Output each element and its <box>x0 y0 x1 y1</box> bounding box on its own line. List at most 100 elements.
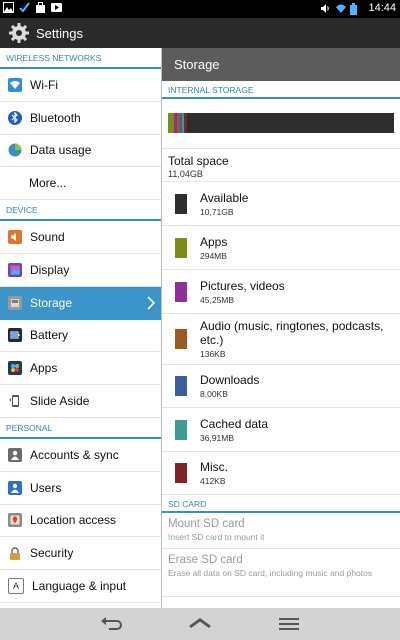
slide-aside-icon <box>8 394 22 408</box>
total-space-row: Total space 11,04GB <box>162 149 400 182</box>
color-swatch <box>175 419 187 440</box>
menu-button[interactable] <box>274 614 304 634</box>
storage-row-name: Misc. <box>200 460 228 474</box>
storage-row-name: Apps <box>200 234 228 249</box>
settings-item-label: Accounts & sync <box>30 447 119 462</box>
apps-icon <box>8 361 22 376</box>
settings-item-apps[interactable]: Apps <box>0 352 161 386</box>
settings-item-security[interactable]: Security <box>0 537 161 571</box>
bluetooth-icon <box>8 110 22 125</box>
sound-icon <box>8 230 22 245</box>
internal-storage-header: INTERNAL STORAGE <box>162 81 400 99</box>
storage-row-size: 8,00KB <box>200 389 228 399</box>
settings-item-label: Bluetooth <box>30 110 81 125</box>
storage-row-name: Available <box>200 190 249 205</box>
erase-sd-card-desc: Erase all data on SD card, including mus… <box>168 568 373 578</box>
settings-item-label: Language & input <box>32 579 127 594</box>
settings-item-display[interactable]: Display <box>0 254 161 287</box>
settings-item-location-access[interactable]: Location access <box>0 505 161 538</box>
storage-title: Storage <box>162 48 400 81</box>
language-icon: A <box>8 578 24 595</box>
settings-item-label: Apps <box>30 361 58 376</box>
storage-row-cached-data[interactable]: Cached data 36,91MB <box>162 408 400 452</box>
settings-item-label: Users <box>30 480 62 495</box>
settings-item-label: Display <box>30 262 70 277</box>
display-icon <box>8 262 22 277</box>
color-swatch <box>175 463 187 483</box>
settings-item-slide-aside[interactable]: Slide Aside <box>0 385 161 418</box>
bag-notification-icon <box>35 2 46 13</box>
menu-icon <box>279 618 299 630</box>
settings-item-label: Location access <box>30 513 117 528</box>
settings-item-battery[interactable]: Battery <box>0 320 161 353</box>
storage-row-misc[interactable]: Misc. 412KB <box>162 452 400 495</box>
home-icon <box>189 618 211 628</box>
settings-item-data-usage[interactable]: Data usage <box>0 135 161 168</box>
wifi-signal-icon <box>335 3 347 14</box>
storage-row-name: Cached data <box>200 416 269 431</box>
total-space-value: 11,04GB <box>168 169 203 179</box>
sd-card-header: SD CARD <box>162 495 400 513</box>
color-swatch <box>175 193 187 214</box>
home-button[interactable] <box>185 614 215 634</box>
settings-item-accounts-sync[interactable]: Accounts & sync <box>0 439 161 472</box>
app-title: Settings <box>36 25 83 41</box>
color-swatch <box>175 281 187 302</box>
settings-item-language-input[interactable]: A Language & input <box>0 570 161 603</box>
storage-usage-bar <box>168 113 394 133</box>
section-header-personal: PERSONAL <box>0 418 161 439</box>
battery-status-icon <box>350 2 361 15</box>
settings-item-label: Storage <box>30 296 73 311</box>
mount-sd-card-desc: Insert SD card to mount it <box>168 532 265 542</box>
settings-gear-icon[interactable] <box>8 22 30 44</box>
check-notification-icon <box>19 2 30 13</box>
settings-list: WIRELESS NETWORKS Wi-Fi Bluetooth Data u… <box>0 48 161 608</box>
settings-item-bluetooth[interactable]: Bluetooth <box>0 102 161 135</box>
erase-sd-card-row[interactable]: Erase SD card Erase all data on SD card,… <box>162 549 400 597</box>
settings-item-more[interactable]: More... <box>0 167 161 201</box>
play-notification-icon <box>51 2 62 13</box>
action-bar: Settings <box>0 18 400 48</box>
settings-item-label: More... <box>29 176 67 191</box>
settings-item-sound[interactable]: Sound <box>0 221 161 254</box>
navigation-bar <box>0 608 400 640</box>
storage-row-apps[interactable]: Apps 294MB <box>162 226 400 270</box>
color-swatch <box>175 329 187 349</box>
location-icon <box>8 513 22 528</box>
storage-row-size: 136KB <box>200 349 226 359</box>
settings-item-label: Battery <box>30 328 69 343</box>
storage-row-name: Pictures, videos <box>200 278 285 293</box>
color-swatch <box>175 376 187 396</box>
storage-row-size: 294MB <box>200 250 227 261</box>
storage-row-size: 36,91MB <box>200 432 235 443</box>
storage-icon <box>8 296 22 311</box>
section-header-wireless: WIRELESS NETWORKS <box>0 48 161 69</box>
back-icon <box>101 617 122 630</box>
status-bar: 14:44 <box>0 0 400 18</box>
total-space-label: Total space <box>168 154 229 168</box>
back-button[interactable] <box>97 614 127 634</box>
storage-row-downloads[interactable]: Downloads 8,00KB <box>162 365 400 408</box>
mount-sd-card-row[interactable]: Mount SD card Insert SD card to mount it <box>162 513 400 549</box>
battery-icon <box>8 328 22 343</box>
settings-item-label: Slide Aside <box>30 394 90 409</box>
settings-item-users[interactable]: Users <box>0 472 161 505</box>
section-header-device: DEVICE <box>0 200 161 222</box>
settings-item-label: Security <box>30 546 74 561</box>
settings-item-label: Data usage <box>30 143 92 158</box>
settings-item-storage[interactable]: Storage <box>0 286 161 320</box>
users-icon <box>8 480 22 495</box>
storage-row-audio[interactable]: Audio (music, ringtones, podcasts, etc.)… <box>162 314 400 365</box>
wifi-icon <box>8 77 22 92</box>
storage-row-name: Audio (music, ringtones, podcasts, etc.) <box>200 319 384 347</box>
settings-item-label: Sound <box>30 230 65 245</box>
settings-item-label: Wi-Fi <box>30 77 58 92</box>
color-swatch <box>175 237 187 258</box>
data-usage-icon <box>8 143 22 157</box>
settings-item-wifi[interactable]: Wi-Fi <box>0 69 161 102</box>
storage-row-available[interactable]: Available 10,71GB <box>162 182 400 226</box>
storage-row-pictures-videos[interactable]: Pictures, videos 45,25MB <box>162 270 400 314</box>
storage-pane: Storage INTERNAL STORAGE Total space 11,… <box>162 48 400 608</box>
lock-icon <box>8 546 22 560</box>
chevron-right-icon <box>147 296 156 313</box>
